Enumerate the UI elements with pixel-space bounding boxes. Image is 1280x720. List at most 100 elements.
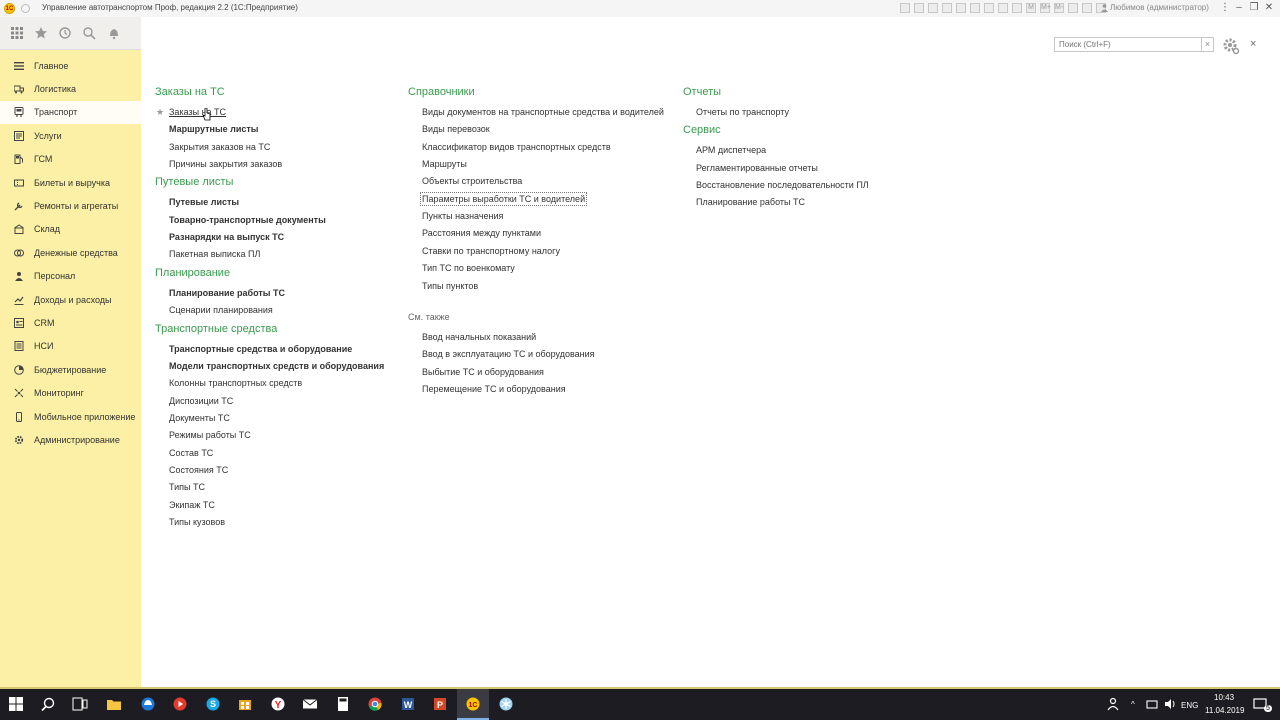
section-link[interactable]: Расстояния между пунктами <box>422 228 541 238</box>
network-icon[interactable] <box>1145 696 1161 712</box>
notifications-bell-icon[interactable] <box>107 26 121 40</box>
search-icon[interactable] <box>40 696 56 712</box>
section-link[interactable]: Классификатор видов транспортных средств <box>422 142 611 152</box>
volume-icon[interactable] <box>1162 696 1178 712</box>
clock-date[interactable]: 11.04.2019 <box>1205 706 1244 715</box>
task-view-icon[interactable] <box>72 696 88 712</box>
section-link[interactable]: Отчеты по транспорту <box>696 107 789 117</box>
section-link[interactable]: Экипаж ТС <box>169 500 215 510</box>
sidebar-item[interactable]: Мониторинг <box>0 381 141 404</box>
section-link[interactable]: Маршрутные листы <box>169 124 259 134</box>
sidebar-item[interactable]: Услуги <box>0 124 141 147</box>
section-link[interactable]: Планирование работы ТС <box>169 288 285 298</box>
see-also-link[interactable]: Ввод в эксплуатацию ТС и оборудования <box>422 349 595 359</box>
language-indicator[interactable]: ENG <box>1181 701 1198 710</box>
sidebar-item[interactable]: CRM <box>0 311 141 334</box>
see-also-link[interactable]: Ввод начальных показаний <box>422 332 536 342</box>
section-link[interactable]: Пункты назначения <box>422 211 503 221</box>
file-explorer-icon[interactable] <box>106 696 122 712</box>
sidebar-item[interactable]: НСИ <box>0 335 141 358</box>
sidebar-item[interactable]: Логистика <box>0 77 141 100</box>
sidebar-item[interactable]: Бюджетирование <box>0 358 141 381</box>
section-link[interactable]: Маршруты <box>422 159 467 169</box>
people-icon[interactable] <box>1105 696 1121 712</box>
apps-grid-icon[interactable] <box>10 26 24 40</box>
calculator-icon[interactable] <box>335 696 351 712</box>
clock-time[interactable]: 10:43 <box>1214 693 1234 702</box>
media-icon[interactable] <box>172 696 188 712</box>
store-icon[interactable] <box>237 696 253 712</box>
search-input[interactable] <box>1054 37 1202 52</box>
toolbar-icon[interactable] <box>914 3 924 13</box>
search-icon[interactable] <box>82 26 96 40</box>
more-icon[interactable]: ⋮ <box>1218 1 1232 15</box>
see-also-link[interactable]: Перемещение ТС и оборудования <box>422 384 566 394</box>
section-link[interactable]: Виды перевозок <box>422 124 490 134</box>
user-name[interactable]: Любимов (администратор) <box>1110 3 1209 12</box>
toolbar-icon[interactable] <box>928 3 938 13</box>
toolbar-icon[interactable] <box>956 3 966 13</box>
settings-gear-icon[interactable] <box>1222 37 1240 55</box>
memory-button[interactable]: M <box>1026 3 1036 13</box>
powerpoint-icon[interactable]: P <box>432 696 448 712</box>
section-link[interactable]: Причины закрытия заказов <box>169 159 282 169</box>
onec-logo-icon[interactable]: 1С <box>4 3 15 14</box>
section-link[interactable]: Разнарядки на выпуск ТС <box>169 232 284 242</box>
memory-minus-button[interactable]: M- <box>1054 3 1064 13</box>
section-link[interactable]: Тип ТС по военкомату <box>422 263 515 273</box>
section-link[interactable]: Типы пунктов <box>422 281 478 291</box>
section-link[interactable]: Виды документов на транспортные средства… <box>422 107 664 117</box>
edge-icon[interactable] <box>140 696 156 712</box>
word-icon[interactable]: W <box>400 696 416 712</box>
onec-icon[interactable]: 1С <box>465 696 481 712</box>
section-link[interactable]: Восстановление последовательности ПЛ <box>696 180 869 190</box>
mail-icon[interactable] <box>302 696 318 712</box>
toolbar-icon[interactable] <box>1012 3 1022 13</box>
sidebar-item[interactable]: Мобильное приложение <box>0 405 141 428</box>
section-link[interactable]: Режимы работы ТС <box>169 430 251 440</box>
chrome-icon[interactable] <box>367 696 383 712</box>
snowflake-icon[interactable] <box>498 696 514 712</box>
toolbar-icon[interactable] <box>942 3 952 13</box>
sidebar-item[interactable]: Ремонты и агрегаты <box>0 194 141 217</box>
section-link[interactable]: Заказы на ТС <box>169 107 226 117</box>
toolbar-icon[interactable] <box>998 3 1008 13</box>
sidebar-item[interactable]: Персонал <box>0 265 141 288</box>
section-link[interactable]: Типы ТС <box>169 482 205 492</box>
sidebar-item[interactable]: Главное <box>0 54 141 77</box>
start-icon[interactable] <box>8 696 24 712</box>
section-link[interactable]: Планирование работы ТС <box>696 197 805 207</box>
sidebar-item[interactable]: Администрирование <box>0 428 141 451</box>
section-link[interactable]: Путевые листы <box>169 197 239 207</box>
sidebar-item[interactable]: Склад <box>0 218 141 241</box>
sidebar-item[interactable]: Билеты и выручка <box>0 171 141 194</box>
see-also-link[interactable]: Выбытие ТС и оборудования <box>422 367 544 377</box>
section-link[interactable]: Типы кузовов <box>169 517 225 527</box>
section-link[interactable]: Объекты строительства <box>422 176 522 186</box>
section-link[interactable]: Пакетная выписка ПЛ <box>169 249 260 259</box>
section-link[interactable]: Документы ТС <box>169 413 230 423</box>
toolbar-icon[interactable] <box>970 3 980 13</box>
toolbar-icon[interactable] <box>1082 3 1092 13</box>
section-link[interactable]: Транспортные средства и оборудование <box>169 344 352 354</box>
section-link[interactable]: Параметры выработки ТС и водителей <box>419 191 588 206</box>
section-link[interactable]: АРМ диспетчера <box>696 145 766 155</box>
close-section-button[interactable]: × <box>1250 38 1256 50</box>
favorites-star-icon[interactable] <box>34 26 48 40</box>
search-clear-button[interactable]: × <box>1201 37 1214 52</box>
memory-plus-button[interactable]: M+ <box>1040 3 1051 13</box>
section-link[interactable]: Товарно-транспортные документы <box>169 215 326 225</box>
section-link[interactable]: Состояния ТС <box>169 465 228 475</box>
yandex-icon[interactable]: Y <box>270 696 286 712</box>
toolbar-icon[interactable] <box>900 3 910 13</box>
sidebar-item[interactable]: Денежные средства <box>0 241 141 264</box>
close-window-button[interactable]: ✕ <box>1262 1 1276 15</box>
section-link[interactable]: Состав ТС <box>169 448 213 458</box>
section-link[interactable]: Ставки по транспортному налогу <box>422 246 560 256</box>
sidebar-item[interactable]: Доходы и расходы <box>0 288 141 311</box>
section-link[interactable]: Модели транспортных средств и оборудован… <box>169 361 384 371</box>
sidebar-item[interactable]: Транспорт <box>0 100 141 125</box>
section-link[interactable]: Регламентированные отчеты <box>696 163 818 173</box>
circle-menu-icon[interactable] <box>21 4 30 13</box>
sidebar-item[interactable]: ГСМ <box>0 148 141 171</box>
